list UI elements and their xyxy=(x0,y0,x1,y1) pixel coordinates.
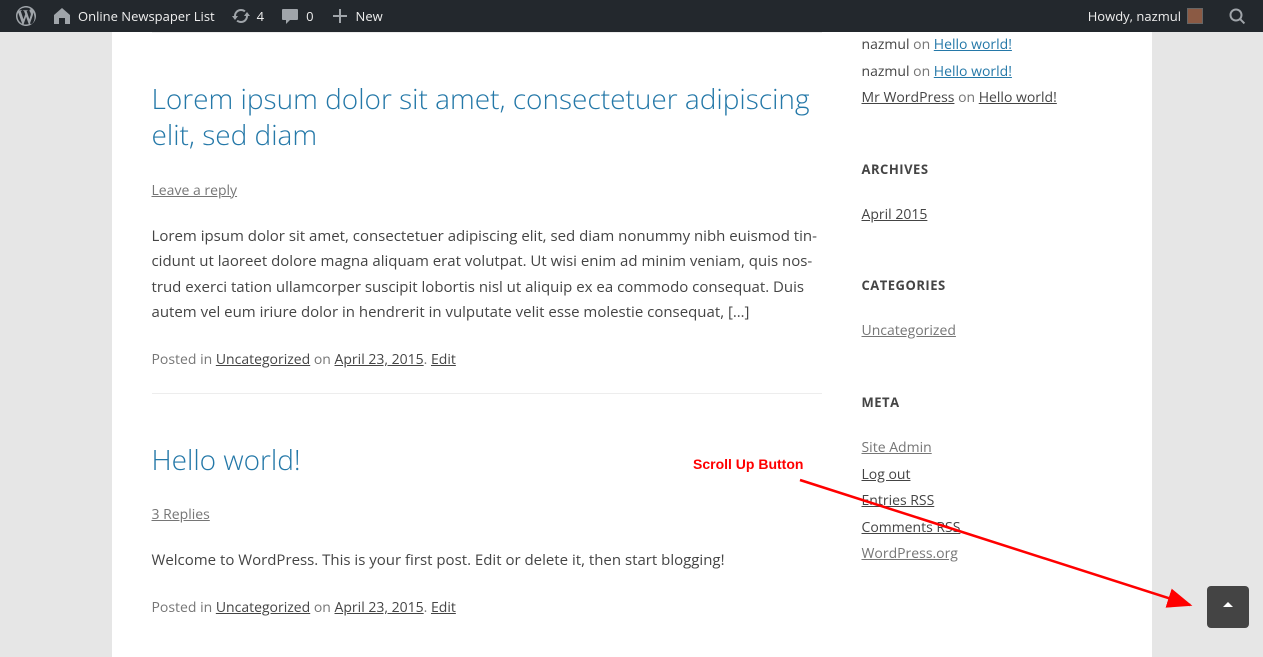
meta-widget: META Site Admin Log out Entries RSS Comm… xyxy=(862,393,1112,568)
updates-count: 4 xyxy=(257,7,264,25)
site-title: Online Newspaper List xyxy=(78,7,215,25)
edit-link[interactable]: Edit xyxy=(431,350,456,369)
comment-post-link[interactable]: Hello world! xyxy=(934,62,1012,81)
comment-icon xyxy=(280,6,300,26)
list-item: Comments RSS xyxy=(862,515,1112,542)
post-meta: Posted in Uncategorized on April 23, 201… xyxy=(152,350,822,369)
chevron-up-icon xyxy=(1216,593,1240,622)
comments-count: 0 xyxy=(306,7,313,25)
avatar xyxy=(1187,8,1203,24)
on-text: on xyxy=(910,62,934,81)
comments-menu[interactable]: 0 xyxy=(272,0,321,32)
separator: . xyxy=(424,350,431,369)
on-text: on xyxy=(910,35,934,54)
list-item: WordPress.org xyxy=(862,541,1112,568)
list-item: April 2015 xyxy=(862,202,1112,229)
post-title-link[interactable]: Hello world! xyxy=(152,441,301,479)
archives-widget: ARCHIVES April 2015 xyxy=(862,160,1112,229)
comment-post-link[interactable]: Hello world! xyxy=(934,35,1012,54)
page-container: Lorem ipsum dolor sit amet, consectetuer… xyxy=(112,32,1152,657)
howdy-text: Howdy, nazmul xyxy=(1088,7,1181,25)
wordpress-org-link[interactable]: WordPress.org xyxy=(862,544,958,563)
posted-in-label: Posted in xyxy=(152,598,216,617)
list-item: Entries RSS xyxy=(862,488,1112,515)
on-label: on xyxy=(310,598,334,617)
comment-item: nazmul on Hello world! xyxy=(862,59,1112,86)
plus-icon xyxy=(330,6,350,26)
home-icon xyxy=(52,6,72,26)
new-content-menu[interactable]: New xyxy=(322,0,391,32)
logout-link[interactable]: Log out xyxy=(862,465,911,484)
admin-bar: Online Newspaper List 4 0 New Howdy, naz… xyxy=(0,0,1263,32)
category-link[interactable]: Uncategorized xyxy=(216,598,310,617)
site-admin-link[interactable]: Site Admin xyxy=(862,438,932,457)
comment-item: Mr WordPress on Hello world! xyxy=(862,85,1112,112)
leave-reply-link[interactable]: Leave a reply xyxy=(152,181,238,200)
post-article: Lorem ipsum dolor sit amet, consectetuer… xyxy=(152,33,822,369)
comment-author: nazmul xyxy=(862,62,910,81)
update-icon xyxy=(231,6,251,26)
post-title-link[interactable]: Lorem ipsum dolor sit amet, consectetuer… xyxy=(152,80,810,154)
post-title: Lorem ipsum dolor sit amet, consectetuer… xyxy=(152,81,822,154)
comment-author: nazmul xyxy=(862,35,910,54)
posted-in-label: Posted in xyxy=(152,350,216,369)
post-body: Welcome to WordPress. This is your first… xyxy=(152,548,822,574)
category-link[interactable]: Uncategorized xyxy=(216,350,310,369)
my-account-menu[interactable]: Howdy, nazmul xyxy=(1080,0,1211,32)
categories-widget: CATEGORIES Uncategorized xyxy=(862,276,1112,345)
comment-post-link[interactable]: Hello world! xyxy=(979,88,1057,107)
list-item: Uncategorized xyxy=(862,318,1112,345)
comments-rss-link[interactable]: Comments RSS xyxy=(862,518,961,537)
post-meta: Posted in Uncategorized on April 23, 201… xyxy=(152,598,822,617)
sidebar: nazmul on Hello world! nazmul on Hello w… xyxy=(862,32,1152,657)
recent-comments-widget: nazmul on Hello world! nazmul on Hello w… xyxy=(862,32,1112,112)
widget-title: CATEGORIES xyxy=(862,276,1112,294)
comment-item: nazmul on Hello world! xyxy=(862,32,1112,59)
on-label: on xyxy=(310,350,334,369)
search-icon xyxy=(1227,6,1247,26)
date-link[interactable]: April 23, 2015 xyxy=(335,598,424,617)
edit-link[interactable]: Edit xyxy=(431,598,456,617)
list-item: Site Admin xyxy=(862,435,1112,462)
main-content: Lorem ipsum dolor sit amet, consectetuer… xyxy=(112,32,862,657)
list-item: Log out xyxy=(862,462,1112,489)
widget-title: META xyxy=(862,393,1112,411)
comment-author-link[interactable]: Mr WordPress xyxy=(862,88,955,107)
search-toggle[interactable] xyxy=(1219,0,1255,32)
scroll-up-button[interactable] xyxy=(1207,586,1249,628)
wordpress-icon xyxy=(16,6,36,26)
post-body: Lorem ipsum dolor sit amet, consectetuer… xyxy=(152,224,822,326)
archive-link[interactable]: April 2015 xyxy=(862,205,928,224)
post-article: Hello world! 3 Replies Welcome to WordPr… xyxy=(152,394,822,617)
category-link[interactable]: Uncategorized xyxy=(862,321,956,340)
widget-title: ARCHIVES xyxy=(862,160,1112,178)
post-title: Hello world! xyxy=(152,442,822,478)
updates-menu[interactable]: 4 xyxy=(223,0,272,32)
date-link[interactable]: April 23, 2015 xyxy=(335,350,424,369)
new-label: New xyxy=(356,7,383,25)
replies-link[interactable]: 3 Replies xyxy=(152,505,210,524)
on-text: on xyxy=(954,88,978,107)
separator: . xyxy=(424,598,431,617)
entries-rss-link[interactable]: Entries RSS xyxy=(862,491,935,510)
site-name-menu[interactable]: Online Newspaper List xyxy=(44,0,223,32)
wp-logo-menu[interactable] xyxy=(8,0,44,32)
